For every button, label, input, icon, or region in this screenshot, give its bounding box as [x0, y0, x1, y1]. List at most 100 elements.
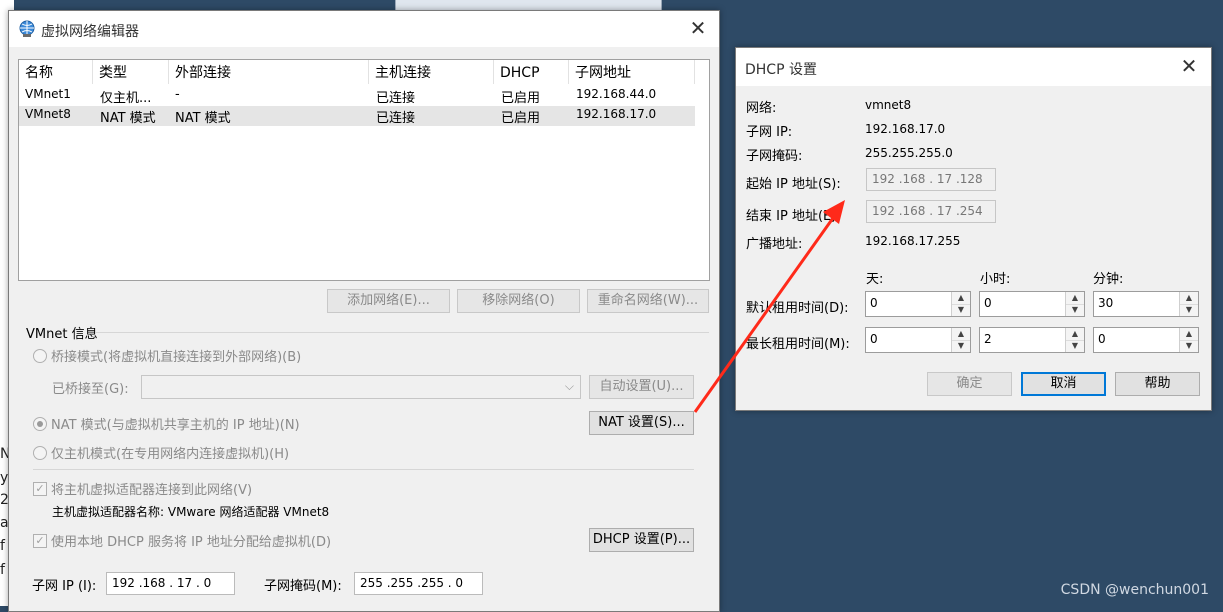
arrow-down-icon[interactable]: ▼: [952, 340, 970, 352]
cell-name: VMnet1: [25, 87, 71, 101]
auto-settings-button[interactable]: 自动设置(U)...: [589, 375, 694, 399]
chevron-down-icon: ⌵: [564, 379, 574, 393]
subnet-mask-label: 子网掩码(M):: [264, 579, 342, 594]
network-list[interactable]: 名称 类型 外部连接 主机连接 DHCP 子网地址 VMnet1 仅主机... …: [18, 59, 710, 281]
cell-host: 已连接: [376, 111, 416, 126]
host-only-radio[interactable]: [33, 446, 47, 460]
column-header-type[interactable]: 类型: [93, 60, 169, 84]
arrow-down-icon[interactable]: ▼: [952, 304, 970, 316]
network-label: 网络:: [746, 101, 777, 116]
group-divider: [95, 332, 709, 333]
bridged-to-label: 已桥接至(G):: [52, 382, 129, 397]
max-lease-days-spinner[interactable]: 0 ▲ ▼: [865, 327, 971, 353]
watermark: CSDN @wenchun001: [1060, 582, 1209, 598]
spinner-arrows: ▲ ▼: [951, 328, 970, 352]
ok-button[interactable]: 确定: [927, 372, 1012, 396]
subnet-mask-field[interactable]: 255 .255 .255 . 0: [354, 572, 483, 595]
edge-char: f: [0, 562, 5, 578]
cell-type: 仅主机...: [100, 91, 152, 106]
start-ip-field[interactable]: 192 .168 . 17 .128: [866, 168, 996, 191]
nat-mode-radio[interactable]: [33, 417, 47, 431]
connect-adapter-checkbox[interactable]: ✓: [33, 482, 47, 496]
max-lease-hours-spinner[interactable]: 2 ▲ ▼: [979, 327, 1085, 353]
spinner-value: 30: [1098, 296, 1114, 310]
subnet-mask-label: 子网掩码:: [746, 149, 803, 164]
hours-column-label: 小时:: [980, 272, 1011, 287]
end-ip-field[interactable]: 192 .168 . 17 .254: [866, 200, 996, 223]
column-header-name[interactable]: 名称: [19, 60, 93, 84]
arrow-down-icon[interactable]: ▼: [1180, 304, 1198, 316]
broadcast-value: 192.168.17.255: [865, 234, 961, 248]
title-bar: 虚拟网络编辑器 ✕: [9, 11, 719, 47]
arrow-down-icon[interactable]: ▼: [1180, 340, 1198, 352]
dhcp-settings-button[interactable]: DHCP 设置(P)...: [589, 528, 694, 552]
spinner-arrows: ▲ ▼: [1179, 292, 1198, 316]
bridged-mode-radio[interactable]: [33, 349, 47, 363]
days-column-label: 天:: [866, 272, 884, 287]
max-lease-minutes-spinner[interactable]: 0 ▲ ▼: [1093, 327, 1199, 353]
table-row[interactable]: VMnet1 仅主机... - 已连接 已启用 192.168.44.0: [19, 86, 695, 106]
rename-network-button[interactable]: 重命名网络(W)...: [587, 289, 709, 313]
use-dhcp-checkbox[interactable]: ✓: [33, 534, 47, 548]
start-ip-label: 起始 IP 地址(S):: [746, 177, 841, 192]
max-lease-label: 最长租用时间(M):: [746, 337, 850, 352]
cancel-button[interactable]: 取消: [1021, 372, 1106, 396]
nat-settings-button[interactable]: NAT 设置(S)...: [589, 411, 694, 435]
cell-subnet: 192.168.17.0: [576, 107, 657, 121]
subnet-ip-label: 子网 IP (I):: [32, 579, 97, 594]
default-lease-hours-spinner[interactable]: 0 ▲ ▼: [979, 291, 1085, 317]
cell-subnet: 192.168.44.0: [576, 87, 657, 101]
add-network-button[interactable]: 添加网络(E)...: [327, 289, 450, 313]
end-ip-label: 结束 IP 地址(E):: [746, 209, 841, 224]
arrow-down-icon[interactable]: ▼: [1066, 340, 1084, 352]
help-button[interactable]: 帮助: [1115, 372, 1200, 396]
cell-external: NAT 模式: [175, 111, 231, 126]
connect-adapter-label: 将主机虚拟适配器连接到此网络(V): [51, 483, 253, 498]
cell-dhcp: 已启用: [501, 91, 541, 106]
column-header-external[interactable]: 外部连接: [169, 60, 369, 84]
table-row[interactable]: VMnet8 NAT 模式 NAT 模式 已连接 已启用 192.168.17.…: [19, 106, 695, 126]
broadcast-label: 广播地址:: [746, 237, 803, 252]
minutes-column-label: 分钟:: [1093, 272, 1124, 287]
subnet-mask-value: 255.255.255.0: [865, 146, 953, 160]
host-only-label: 仅主机模式(在专用网络内连接虚拟机)(H): [51, 447, 290, 462]
window-title: 虚拟网络编辑器: [41, 24, 139, 40]
bridged-mode-label: 桥接模式(将虚拟机直接连接到外部网络)(B): [51, 350, 302, 365]
default-lease-minutes-spinner[interactable]: 30 ▲ ▼: [1093, 291, 1199, 317]
spinner-value: 0: [870, 332, 878, 346]
spinner-arrows: ▲ ▼: [951, 292, 970, 316]
dialog-title: DHCP 设置: [745, 62, 817, 78]
cell-type: NAT 模式: [100, 111, 156, 126]
use-dhcp-label: 使用本地 DHCP 服务将 IP 地址分配给虚拟机(D): [51, 535, 332, 550]
bridged-to-select[interactable]: ⌵: [141, 375, 581, 399]
remove-network-button[interactable]: 移除网络(O): [457, 289, 580, 313]
spinner-value: 2: [984, 332, 992, 346]
spinner-arrows: ▲ ▼: [1065, 328, 1084, 352]
subnet-ip-field[interactable]: 192 .168 . 17 . 0: [106, 572, 235, 595]
column-header-dhcp[interactable]: DHCP: [494, 60, 569, 84]
edge-char: f: [0, 538, 5, 554]
virtual-network-editor-window: 虚拟网络编辑器 ✕ 名称 类型 外部连接 主机连接 DHCP 子网地址 VMne…: [8, 10, 720, 612]
default-lease-days-spinner[interactable]: 0 ▲ ▼: [865, 291, 971, 317]
spinner-value: 0: [870, 296, 878, 310]
network-value: vmnet8: [865, 98, 912, 112]
adapter-name-label: 主机虚拟适配器名称: VMware 网络适配器 VMnet8: [52, 505, 330, 519]
column-header-host[interactable]: 主机连接: [369, 60, 494, 84]
spinner-value: 0: [1098, 332, 1106, 346]
close-icon[interactable]: ✕: [685, 17, 711, 41]
list-header: 名称 类型 外部连接 主机连接 DHCP 子网地址: [19, 60, 709, 84]
dhcp-settings-dialog: DHCP 设置 ✕ 网络: vmnet8 子网 IP: 192.168.17.0…: [735, 47, 1212, 411]
cell-host: 已连接: [376, 91, 416, 106]
network-globe-icon: [18, 20, 36, 42]
cell-external: -: [175, 87, 180, 102]
arrow-down-icon[interactable]: ▼: [1066, 304, 1084, 316]
cell-name: VMnet8: [25, 107, 71, 121]
divider: [33, 469, 694, 470]
cell-dhcp: 已启用: [501, 111, 541, 126]
close-icon[interactable]: ✕: [1176, 55, 1202, 79]
default-lease-label: 默认租用时间(D):: [746, 301, 849, 316]
vmnet-info-group-label: VMnet 信息: [26, 327, 98, 342]
column-header-subnet[interactable]: 子网地址: [569, 60, 695, 84]
subnet-ip-label: 子网 IP:: [746, 125, 793, 140]
spinner-arrows: ▲ ▼: [1179, 328, 1198, 352]
